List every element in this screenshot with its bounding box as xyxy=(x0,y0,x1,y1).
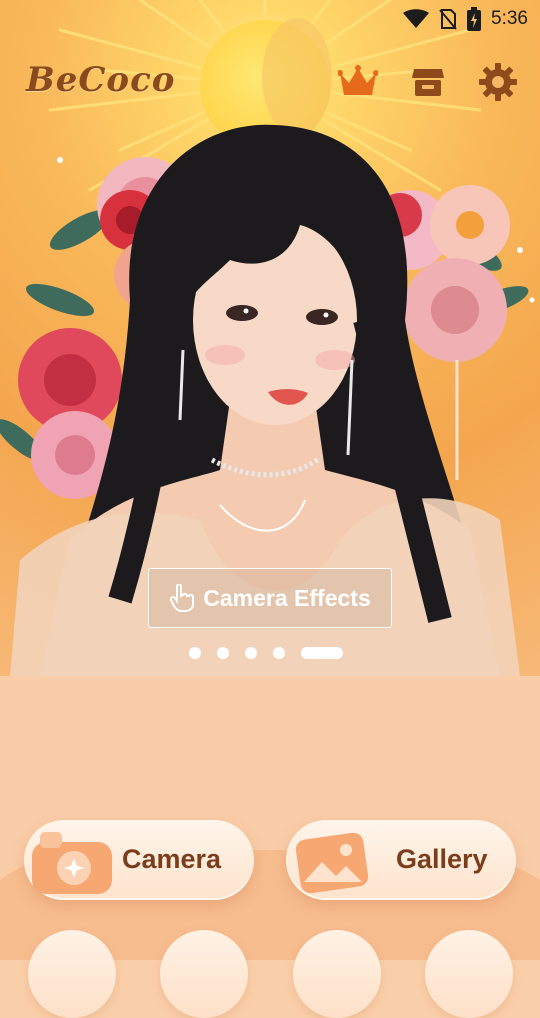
carousel-dot[interactable] xyxy=(245,647,257,659)
settings-gear-icon[interactable] xyxy=(476,62,520,102)
carousel-dot[interactable] xyxy=(217,647,229,659)
battery-charging-icon xyxy=(467,7,482,31)
app-logo: BeCoco xyxy=(26,60,176,100)
gallery-label: Gallery xyxy=(396,844,488,874)
store-icon[interactable] xyxy=(406,62,450,102)
feature-shortcut[interactable] xyxy=(425,930,513,1018)
gallery-button[interactable]: Gallery xyxy=(286,820,516,900)
status-time: 5:36 xyxy=(491,8,528,29)
carousel-indicator xyxy=(189,647,343,659)
feature-shortcut[interactable] xyxy=(293,930,381,1018)
carousel-dot[interactable] xyxy=(273,647,285,659)
feature-shortcut[interactable] xyxy=(160,930,248,1018)
feature-shortcut[interactable] xyxy=(28,930,116,1018)
camera-label: Camera xyxy=(122,844,222,874)
no-sim-icon xyxy=(439,8,457,30)
header-actions xyxy=(336,62,520,102)
carousel-dot[interactable] xyxy=(189,647,201,659)
camera-icon xyxy=(28,828,116,898)
status-bar: 5:36 xyxy=(403,6,528,32)
hero-banner[interactable]: 5:36 BeCoco Camera Effects xyxy=(0,0,540,676)
camera-effects-label: Camera Effects xyxy=(203,584,371,611)
gallery-image-icon xyxy=(292,830,372,894)
carousel-dot-active[interactable] xyxy=(301,647,343,659)
camera-effects-button[interactable]: Camera Effects xyxy=(148,568,392,628)
wifi-icon xyxy=(403,9,430,29)
crown-icon[interactable] xyxy=(336,62,380,102)
hand-pointer-icon xyxy=(169,584,195,612)
camera-button[interactable]: Camera xyxy=(24,820,254,900)
